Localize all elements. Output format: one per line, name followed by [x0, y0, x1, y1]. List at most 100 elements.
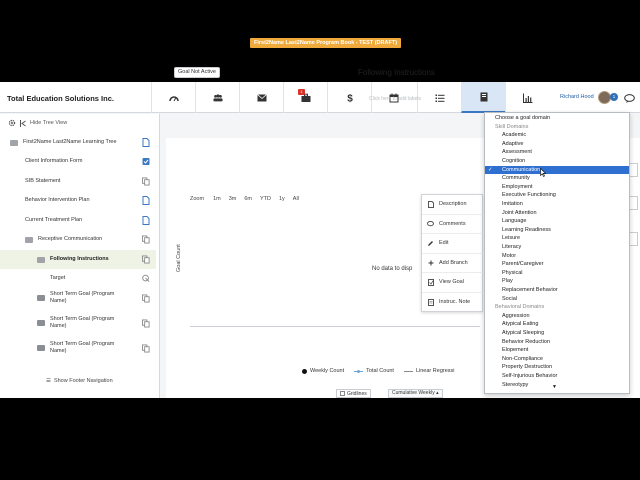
goal-domain-dropdown[interactable]: Choose a goal domain Skill Domains Acade…	[484, 112, 630, 394]
menu-item-description[interactable]: Description	[422, 195, 484, 215]
nav-dashboard[interactable]	[151, 82, 195, 113]
dropdown-option[interactable]: Academic	[485, 131, 629, 140]
dropdown-option[interactable]: Assessment	[485, 148, 629, 157]
tree-item-behavior-intervention-plan[interactable]: Behavior Intervention Plan	[0, 191, 156, 210]
zoom-1y-button[interactable]: 1y	[275, 196, 289, 202]
dropdown-option[interactable]: Play	[485, 277, 629, 286]
tree-item-label: Behavior Intervention Plan	[25, 197, 90, 203]
dropdown-option[interactable]: Motor	[485, 252, 629, 261]
mouse-cursor-icon	[540, 168, 546, 177]
chart-x-axis	[190, 326, 480, 327]
tree-item-receptive-communication[interactable]: Receptive Communication	[0, 230, 156, 249]
tree-item-label: Short Term Goal (Program Name)	[50, 316, 115, 329]
menu-item-add-branch[interactable]: Add Branch	[422, 254, 484, 273]
dropdown-placeholder[interactable]: Choose a goal domain	[485, 114, 629, 123]
zoom-ytd-button[interactable]: YTD	[256, 196, 275, 202]
copy-document-icon[interactable]	[142, 319, 150, 328]
tree-item-short-term-goal-3[interactable]: Short Term Goal (Program Name)	[0, 336, 156, 360]
dropdown-option[interactable]: Executive Functioning	[485, 191, 629, 200]
document-icon[interactable]	[142, 216, 150, 225]
dropdown-option[interactable]: Physical	[485, 269, 629, 278]
dropdown-option[interactable]: Social	[485, 295, 629, 304]
nav-briefcase[interactable]: 1	[283, 82, 327, 113]
nav-users[interactable]	[195, 82, 239, 113]
dropdown-option[interactable]: Cognition	[485, 157, 629, 166]
dropdown-option[interactable]: Aggression	[485, 312, 629, 321]
zoom-all-button[interactable]: All	[289, 196, 303, 202]
tree-item-short-term-goal-1[interactable]: Short Term Goal (Program Name)	[0, 286, 156, 310]
tree-item-client-information-form[interactable]: Client Information Form	[0, 152, 156, 171]
dropdown-option-selected[interactable]: ✓ Communication	[485, 165, 629, 175]
menu-item-instruction-note[interactable]: Instruc. Note	[422, 293, 484, 313]
tree-item-learning-tree[interactable]: First2Name Last2Name Learning Tree	[0, 133, 156, 152]
show-footer-navigation-button[interactable]: ☰ Show Footer Navigation	[46, 378, 113, 384]
legend-line-icon	[403, 370, 413, 372]
tree-item-short-term-goal-2[interactable]: Short Term Goal (Program Name)	[0, 311, 156, 335]
user-name[interactable]: Richard Hood	[560, 94, 594, 100]
menu-item-comments[interactable]: Comments	[422, 215, 484, 234]
tree-item-following-instructions[interactable]: Following Instructions	[0, 250, 156, 269]
menu-item-label: Description	[439, 201, 467, 208]
dropdown-option[interactable]: Self-Injurious Behavior	[485, 372, 629, 381]
nav-list[interactable]	[417, 82, 461, 113]
dropdown-option[interactable]: Community	[485, 174, 629, 183]
hide-tree-view-button[interactable]: Hide Tree View	[8, 119, 67, 127]
legend-linear-regression[interactable]: Linear Regressi	[403, 368, 455, 374]
dropdown-option[interactable]: Replacement Behavior	[485, 286, 629, 295]
dropdown-option[interactable]: Property Destruction	[485, 363, 629, 372]
target-edit-icon[interactable]	[142, 274, 150, 283]
nav-program-book[interactable]	[461, 82, 505, 113]
zoom-3m-button[interactable]: 3m	[225, 196, 241, 202]
notification-count[interactable]: 1	[610, 93, 618, 101]
add-labels-link[interactable]: Click here to add labels	[369, 96, 421, 102]
dropdown-option-label: Communication	[502, 166, 541, 173]
scroll-down-arrow-icon[interactable]: ▼	[552, 384, 557, 390]
chat-icon[interactable]	[624, 94, 635, 103]
legend-weekly-count[interactable]: Weekly Count	[302, 368, 344, 374]
tree-item-label: Receptive Communication	[38, 236, 103, 242]
checkmark-icon: ✓	[488, 166, 493, 173]
dropdown-option[interactable]: Non-Compliance	[485, 355, 629, 364]
dropdown-option[interactable]: Atypical Sleeping	[485, 329, 629, 338]
dropdown-option[interactable]: Literacy	[485, 243, 629, 252]
menu-item-label: Add Branch	[439, 259, 468, 266]
dropdown-option[interactable]: Elopement	[485, 346, 629, 355]
dropdown-option[interactable]: Stereotypy	[485, 381, 629, 390]
plus-icon	[427, 259, 434, 266]
dropdown-option[interactable]: Leisure	[485, 234, 629, 243]
copy-document-icon[interactable]	[142, 294, 150, 303]
zoom-label: Zoom	[190, 196, 205, 202]
folder-open-icon	[10, 139, 18, 146]
nav-reports[interactable]	[505, 82, 549, 113]
checkbox-checked-icon[interactable]	[142, 157, 150, 166]
dropdown-option[interactable]: Behavior Reduction	[485, 338, 629, 347]
cumulative-select[interactable]: Cumulative Weekly ▴	[388, 389, 443, 398]
nav-mail[interactable]	[239, 82, 283, 113]
copy-document-icon[interactable]	[142, 344, 150, 353]
gridlines-toggle[interactable]: Gridlines	[336, 389, 371, 398]
document-icon[interactable]	[142, 138, 150, 147]
dropdown-option[interactable]: Employment	[485, 183, 629, 192]
dropdown-option[interactable]: Imitation	[485, 200, 629, 209]
goal-context-menu: Description Comments Edit Add Branch Vie…	[421, 194, 484, 313]
copy-document-icon[interactable]	[142, 177, 150, 186]
dropdown-option[interactable]: Adaptive	[485, 140, 629, 149]
menu-item-view-goal[interactable]: View Goal	[422, 273, 484, 293]
copy-document-icon[interactable]	[142, 255, 150, 264]
dropdown-option[interactable]: Learning Readiness	[485, 226, 629, 235]
dropdown-option[interactable]: Joint Attention	[485, 209, 629, 218]
goal-status-badge[interactable]: Goal Not Active	[174, 67, 220, 78]
menu-item-edit[interactable]: Edit	[422, 234, 484, 254]
dropdown-option[interactable]: Language	[485, 217, 629, 226]
tree-item-sib-statement[interactable]: SIB Statement	[0, 172, 156, 191]
nav-billing[interactable]: $	[327, 82, 371, 113]
zoom-6m-button[interactable]: 6m	[240, 196, 256, 202]
copy-document-icon[interactable]	[142, 235, 150, 244]
document-icon[interactable]	[142, 196, 150, 205]
dropdown-option[interactable]: Atypical Eating	[485, 320, 629, 329]
zoom-1m-button[interactable]: 1m	[209, 196, 225, 202]
dropdown-option[interactable]: Parent/Caregiver	[485, 260, 629, 269]
tree-item-current-treatment-plan[interactable]: Current Treatment Plan	[0, 211, 156, 230]
legend-total-count[interactable]: Total Count	[354, 368, 394, 374]
folder-icon	[37, 345, 45, 351]
